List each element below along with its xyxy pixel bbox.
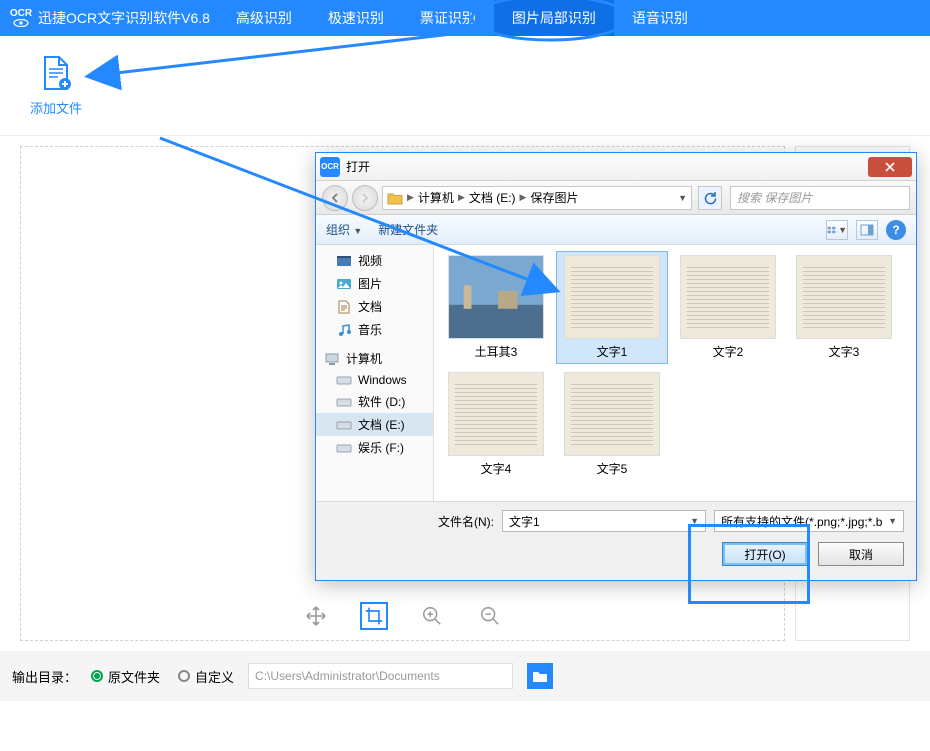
dialog-close-button[interactable] — [868, 157, 912, 177]
breadcrumb-computer[interactable]: 计算机 — [418, 189, 454, 206]
file-label: 文字2 — [713, 343, 744, 360]
dialog-titlebar[interactable]: OCR 打开 — [316, 153, 916, 181]
radio-custom-folder[interactable]: 自定义 — [178, 667, 234, 686]
file-thumbnail — [448, 372, 544, 456]
zoom-out-tool[interactable] — [476, 602, 504, 630]
output-radio-group: 原文件夹 自定义 — [91, 667, 234, 686]
preview-pane-button[interactable] — [856, 220, 878, 240]
main-tabs: 高级识别 极速识别 票证识别 图片局部识别 语音识别 — [218, 0, 706, 36]
file-thumbnail — [680, 255, 776, 339]
filetype-select[interactable]: 所有支持的文件(*.png;*.jpg;*.b — [714, 510, 904, 532]
footer: 输出目录： 原文件夹 自定义 C:\Users\Administrator\Do… — [0, 651, 930, 701]
new-folder-button[interactable]: 新建文件夹 — [378, 221, 438, 238]
tree-music[interactable]: 音乐 — [316, 318, 433, 341]
tree-drive-windows[interactable]: Windows — [316, 370, 433, 390]
dialog-app-icon: OCR — [320, 157, 340, 177]
dialog-body: 视频 图片 文档 音乐 计算机 Windows 软件 (D:) 文档 (E:) … — [316, 245, 916, 501]
tree-pictures[interactable]: 图片 — [316, 272, 433, 295]
cancel-button[interactable]: 取消 — [818, 542, 904, 566]
tab-advanced[interactable]: 高级识别 — [218, 0, 310, 36]
file-item[interactable]: 文字3 — [788, 251, 900, 364]
breadcrumb[interactable]: ▶ 计算机 ▶ 文档 (E:) ▶ 保存图片 — [382, 186, 692, 210]
file-thumbnail — [796, 255, 892, 339]
top-bar: OCR 迅捷OCR文字识别软件V6.8 高级识别 极速识别 票证识别 图片局部识… — [0, 0, 930, 36]
breadcrumb-dropdown-icon[interactable] — [678, 193, 687, 203]
nav-forward-button[interactable] — [352, 185, 378, 211]
zoom-in-tool[interactable] — [418, 602, 446, 630]
organize-menu[interactable]: 组织 — [326, 221, 362, 238]
dialog-bottom: 文件名(N): 文字1 所有支持的文件(*.png;*.jpg;*.b 打开(O… — [316, 501, 916, 580]
move-tool[interactable] — [302, 602, 330, 630]
filename-input[interactable]: 文字1 — [502, 510, 706, 532]
crop-tool[interactable] — [360, 602, 388, 630]
file-thumbnail — [564, 255, 660, 339]
add-file-label: 添加文件 — [30, 98, 82, 117]
nav-tree: 视频 图片 文档 音乐 计算机 Windows 软件 (D:) 文档 (E:) … — [316, 245, 434, 501]
file-label: 文字4 — [481, 460, 512, 477]
open-button[interactable]: 打开(O) — [722, 542, 808, 566]
radio-original-folder[interactable]: 原文件夹 — [91, 667, 160, 686]
tab-voice[interactable]: 语音识别 — [614, 0, 706, 36]
file-item[interactable]: 文字4 — [440, 368, 552, 481]
add-file-icon — [38, 55, 74, 94]
file-item[interactable]: 土耳其3 — [440, 251, 552, 364]
add-file-button[interactable]: 添加文件 — [20, 45, 92, 127]
refresh-button[interactable] — [698, 186, 722, 210]
tree-drive-f[interactable]: 娱乐 (F:) — [316, 436, 433, 459]
file-label: 土耳其3 — [475, 343, 518, 360]
file-item[interactable]: 文字5 — [556, 368, 668, 481]
tree-drive-d[interactable]: 软件 (D:) — [316, 390, 433, 413]
dialog-title: 打开 — [346, 158, 370, 175]
radio-checked-icon — [91, 670, 103, 682]
file-thumbnail — [448, 255, 544, 339]
file-thumbnail — [564, 372, 660, 456]
file-item[interactable]: 文字2 — [672, 251, 784, 364]
radio-unchecked-icon — [178, 670, 190, 682]
browse-folder-button[interactable] — [527, 663, 553, 689]
radio-original-label: 原文件夹 — [108, 667, 160, 686]
ocr-logo-icon: OCR — [8, 5, 34, 31]
file-item[interactable]: 文字1 — [556, 251, 668, 364]
close-icon — [885, 162, 895, 172]
view-options-button[interactable] — [826, 220, 848, 240]
file-label: 文字3 — [829, 343, 860, 360]
tree-documents[interactable]: 文档 — [316, 295, 433, 318]
canvas-toolbar — [302, 602, 504, 630]
breadcrumb-folder[interactable]: 保存图片 — [530, 189, 578, 206]
search-input[interactable]: 搜索 保存图片 — [730, 186, 910, 210]
output-dir-label: 输出目录： — [12, 667, 77, 686]
breadcrumb-drive[interactable]: 文档 (E:) — [469, 189, 516, 206]
toolbar: 添加文件 — [0, 36, 930, 136]
dialog-toolbar: 组织 新建文件夹 ? — [316, 215, 916, 245]
open-file-dialog: OCR 打开 ▶ 计算机 ▶ 文档 (E:) ▶ 保存图片 搜索 保存图片 组织… — [315, 152, 917, 581]
tree-drive-e[interactable]: 文档 (E:) — [316, 413, 433, 436]
file-grid: 土耳其3 文字1 文字2 文字3 文字4 文字5 — [434, 245, 916, 501]
output-path-input[interactable]: C:\Users\Administrator\Documents — [248, 663, 513, 689]
tab-image-region[interactable]: 图片局部识别 — [494, 0, 614, 36]
filename-label: 文件名(N): — [438, 513, 494, 530]
nav-back-button[interactable] — [322, 185, 348, 211]
app-logo: OCR 迅捷OCR文字识别软件V6.8 — [0, 5, 218, 31]
tab-fast[interactable]: 极速识别 — [310, 0, 402, 36]
file-label: 文字1 — [597, 343, 628, 360]
folder-icon — [532, 669, 548, 683]
app-title: 迅捷OCR文字识别软件V6.8 — [38, 8, 210, 28]
radio-custom-label: 自定义 — [195, 667, 234, 686]
tab-ticket[interactable]: 票证识别 — [402, 0, 494, 36]
tree-videos[interactable]: 视频 — [316, 249, 433, 272]
tree-computer[interactable]: 计算机 — [316, 347, 433, 370]
file-label: 文字5 — [597, 460, 628, 477]
dialog-nav: ▶ 计算机 ▶ 文档 (E:) ▶ 保存图片 搜索 保存图片 — [316, 181, 916, 215]
help-button[interactable]: ? — [886, 220, 906, 240]
folder-icon — [387, 191, 403, 205]
